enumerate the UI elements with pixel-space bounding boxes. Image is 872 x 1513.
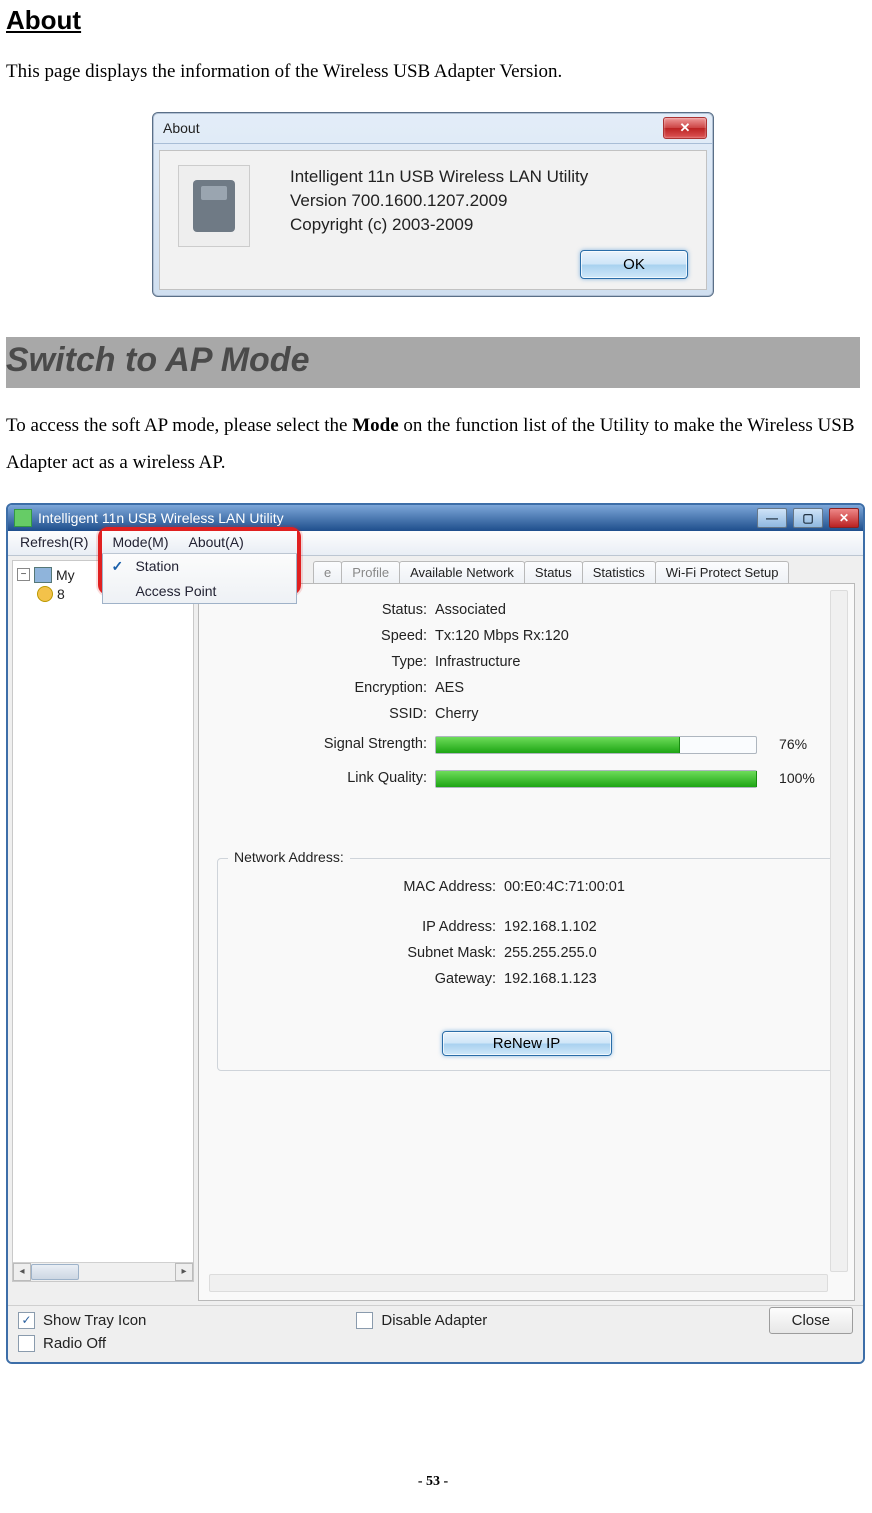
switch-desc-bold: Mode [352, 415, 398, 436]
tab-profile[interactable]: Profile [341, 561, 400, 584]
label-encryption: Encryption: [217, 680, 435, 696]
value-status: Associated [435, 602, 506, 618]
tab-available-network[interactable]: Available Network [399, 561, 525, 584]
about-line-version: Version 700.1600.1207.2009 [290, 189, 688, 213]
menubar: Refresh(R) Mode(M) About(A) ✓ Station Ac… [8, 531, 863, 556]
label-ssid: SSID: [217, 706, 435, 722]
about-dialog-title: About [163, 120, 663, 136]
mode-dropdown: ✓ Station Access Point [102, 554, 297, 604]
menu-mode[interactable]: Mode(M) [102, 531, 178, 553]
collapse-icon[interactable]: − [17, 568, 30, 581]
about-description: This page displays the information of th… [6, 54, 860, 90]
check-icon: ✓ [111, 558, 125, 575]
ok-button[interactable]: OK [580, 250, 688, 279]
scroll-right-icon[interactable]: ▸ [175, 1263, 193, 1281]
app-icon [14, 509, 32, 527]
tab-general-obscured[interactable]: e [313, 561, 342, 584]
page-number: - 53 - [6, 1474, 860, 1490]
about-dialog: About ✕ Intelligent 11n USB Wireless LAN… [152, 112, 714, 297]
heading-about: About [6, 5, 860, 36]
value-gateway: 192.168.1.123 [504, 971, 597, 987]
maximize-icon[interactable]: ▢ [793, 508, 823, 528]
mode-option-ap-label: Access Point [135, 583, 216, 599]
menu-about[interactable]: About(A) [178, 531, 253, 553]
label-signal-strength: Signal Strength: [217, 736, 435, 754]
label-gateway: Gateway: [236, 971, 504, 987]
section-heading-switch: Switch to AP Mode [6, 341, 860, 380]
menu-refresh[interactable]: Refresh(R) [8, 531, 100, 555]
label-ip: IP Address: [236, 919, 504, 935]
panel-vertical-scrollbar[interactable] [830, 590, 848, 1272]
switch-desc-pre: To access the soft AP mode, please selec… [6, 415, 352, 436]
switch-description: To access the soft AP mode, please selec… [6, 408, 860, 480]
label-link-quality: Link Quality: [217, 770, 435, 788]
checkbox-radio-off[interactable]: Radio Off [18, 1335, 146, 1352]
about-dialog-titlebar[interactable]: About ✕ [153, 113, 713, 144]
network-address-group: Network Address: MAC Address:00:E0:4C:71… [217, 858, 836, 1071]
computer-icon [34, 567, 52, 583]
label-subnet: Subnet Mask: [236, 945, 504, 961]
tab-wifi-protect-setup[interactable]: Wi-Fi Protect Setup [655, 561, 790, 584]
label-mac: MAC Address: [236, 879, 504, 895]
label-disable-adapter: Disable Adapter [381, 1312, 487, 1329]
value-subnet: 255.255.255.0 [504, 945, 597, 961]
link-quality-bar [435, 770, 757, 788]
close-icon[interactable]: ✕ [663, 117, 707, 139]
label-status: Status: [217, 602, 435, 618]
minimize-icon[interactable]: — [757, 508, 787, 528]
tab-statistics[interactable]: Statistics [582, 561, 656, 584]
utility-title: Intelligent 11n USB Wireless LAN Utility [38, 510, 751, 526]
tabbar: e Profile Available Network Status Stati… [313, 560, 855, 583]
network-address-legend: Network Address: [228, 849, 350, 865]
close-button[interactable]: Close [769, 1307, 853, 1334]
panel-horizontal-scrollbar[interactable] [209, 1274, 828, 1292]
tab-panel-general: Status:Associated Speed:Tx:120 Mbps Rx:1… [198, 583, 855, 1301]
checkbox-unchecked-icon [18, 1335, 35, 1352]
mode-menu-highlight: Mode(M) About(A) ✓ Station Access Point [98, 527, 301, 595]
tree-child-label: 8 [57, 586, 65, 602]
checkbox-show-tray-icon[interactable]: ✓ Show Tray Icon [18, 1312, 146, 1329]
network-adapter-icon [37, 586, 53, 602]
tree-root-label: My [56, 567, 75, 583]
mode-option-station-label: Station [135, 558, 179, 574]
adapter-illustration-icon [178, 165, 250, 247]
signal-strength-bar [435, 736, 757, 754]
utility-footer: ✓ Show Tray Icon Radio Off Disable Adapt… [8, 1305, 863, 1362]
checkbox-disable-adapter[interactable]: Disable Adapter [356, 1312, 487, 1329]
tab-status[interactable]: Status [524, 561, 583, 584]
mode-option-station[interactable]: ✓ Station [103, 554, 296, 579]
sidebar-horizontal-scrollbar[interactable]: ◂ ▸ [13, 1262, 193, 1281]
section-heading-bar: Switch to AP Mode [6, 337, 860, 388]
scrollbar-thumb[interactable] [31, 1264, 79, 1280]
link-quality-percent: 100% [779, 770, 815, 786]
label-type: Type: [217, 654, 435, 670]
label-show-tray: Show Tray Icon [43, 1312, 146, 1329]
label-radio-off: Radio Off [43, 1335, 106, 1352]
window-close-icon[interactable]: ✕ [829, 508, 859, 528]
checkbox-checked-icon: ✓ [18, 1312, 35, 1329]
signal-strength-percent: 76% [779, 736, 807, 752]
mode-option-access-point[interactable]: Access Point [103, 579, 296, 603]
utility-window: Intelligent 11n USB Wireless LAN Utility… [6, 503, 865, 1364]
value-speed: Tx:120 Mbps Rx:120 [435, 628, 569, 644]
about-line-copyright: Copyright (c) 2003-2009 [290, 213, 688, 237]
renew-ip-button[interactable]: ReNew IP [442, 1031, 612, 1056]
value-type: Infrastructure [435, 654, 520, 670]
checkbox-unchecked-icon [356, 1312, 373, 1329]
label-speed: Speed: [217, 628, 435, 644]
about-line-product: Intelligent 11n USB Wireless LAN Utility [290, 165, 688, 189]
scroll-left-icon[interactable]: ◂ [13, 1263, 31, 1281]
value-mac: 00:E0:4C:71:00:01 [504, 879, 625, 895]
value-encryption: AES [435, 680, 464, 696]
value-ssid: Cherry [435, 706, 479, 722]
sidebar-tree: − My 8 ◂ ▸ [12, 560, 194, 1282]
value-ip: 192.168.1.102 [504, 919, 597, 935]
